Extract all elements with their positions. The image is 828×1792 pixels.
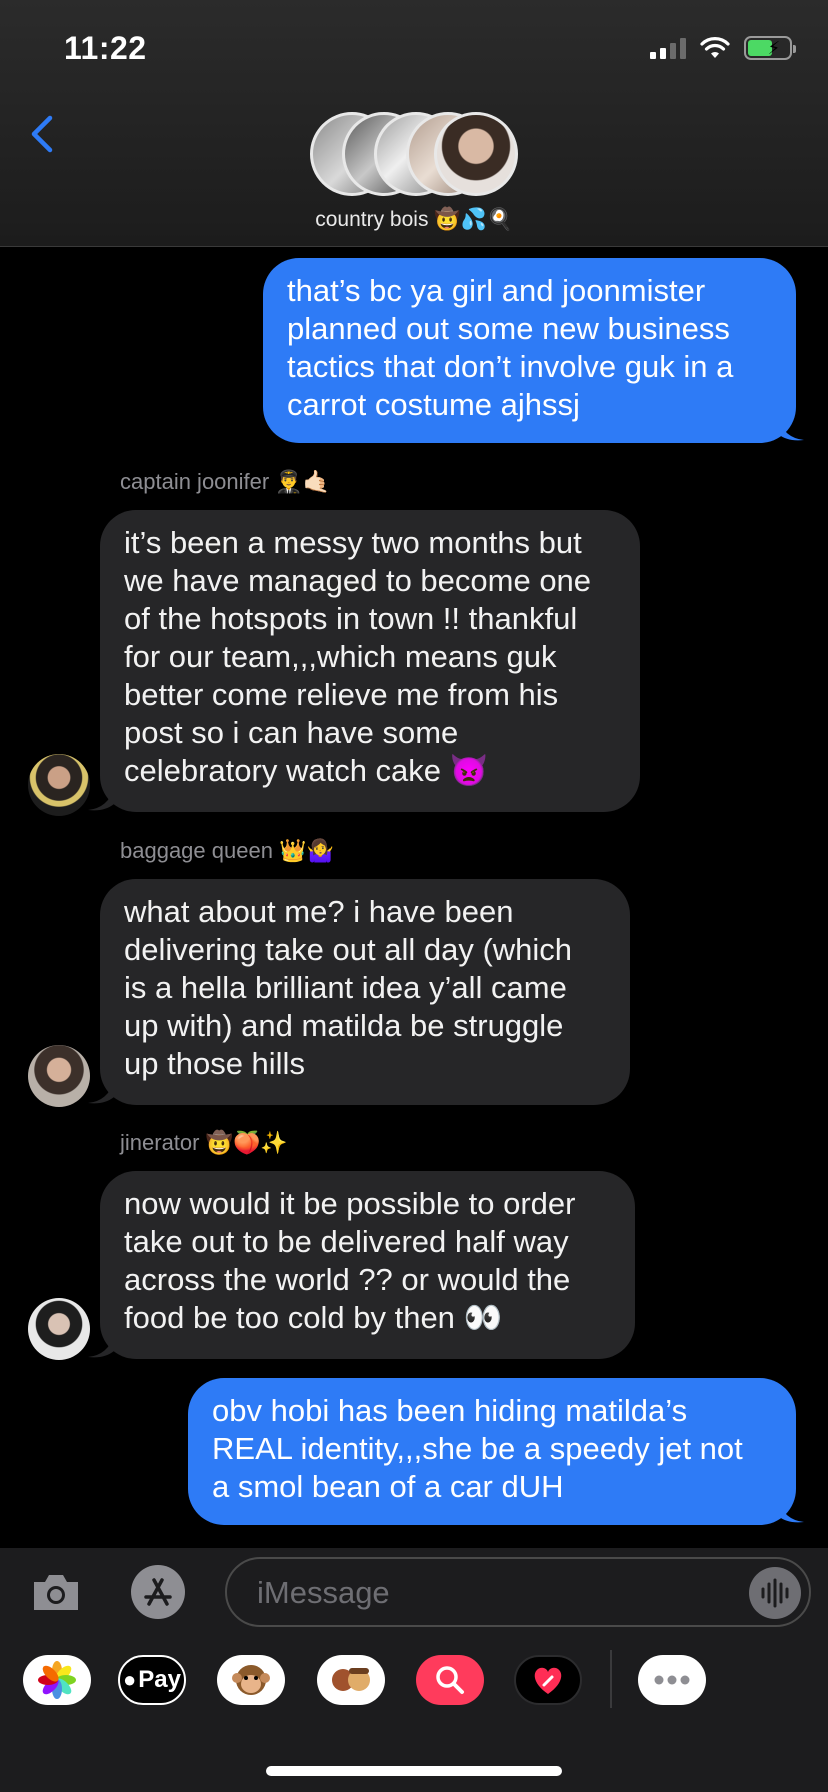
received-message[interactable]: what about me? i have been delivering ta… — [100, 879, 630, 1105]
conversation-header: 11:22 ⚡ country bois 🤠💦🍳 — [0, 0, 828, 247]
bubble-tail — [88, 1335, 114, 1358]
bubble-tail — [778, 1500, 804, 1523]
animoji-icon[interactable] — [217, 1655, 285, 1705]
app-store-icon[interactable] — [126, 1564, 192, 1620]
apple-pay-icon[interactable]: ● Pay — [118, 1655, 186, 1705]
group-name[interactable]: country bois 🤠💦🍳 — [0, 208, 828, 232]
sender-name: captain joonifer 👨‍✈️🤙🏻 — [120, 469, 331, 494]
sender-name: jinerator 🤠🍑✨ — [120, 1130, 288, 1155]
search-images-icon[interactable] — [416, 1655, 484, 1705]
sent-message[interactable]: obv hobi has been hiding matilda’s REAL … — [188, 1378, 796, 1525]
imessage-input[interactable]: iMessage — [225, 1557, 811, 1627]
sent-message[interactable]: that’s bc ya girl and joonmister planned… — [263, 258, 796, 443]
apple-logo-icon: ● — [123, 1667, 137, 1692]
group-avatars[interactable] — [310, 112, 520, 198]
message-text: it’s been a messy two months but we have… — [124, 525, 592, 788]
status-time: 11:22 — [64, 30, 147, 66]
photos-app-icon[interactable] — [23, 1655, 91, 1705]
sender-name: baggage queen 👑🤷‍♀️ — [120, 838, 334, 863]
imessage-screen: 11:22 ⚡ country bois 🤠💦🍳 that’s bc ya gi… — [0, 0, 828, 1792]
bubble-tail — [88, 788, 114, 811]
drawer-divider — [610, 1650, 612, 1708]
audio-message-icon[interactable] — [749, 1567, 801, 1619]
status-icons: ⚡ — [650, 36, 796, 60]
camera-icon[interactable] — [30, 1570, 82, 1614]
message-text: what about me? i have been delivering ta… — [124, 894, 573, 1081]
wifi-icon — [700, 37, 730, 58]
sender-avatar[interactable] — [28, 1045, 90, 1107]
message-text: obv hobi has been hiding matilda’s REAL … — [212, 1393, 743, 1504]
home-indicator[interactable] — [266, 1766, 562, 1776]
back-chevron-icon[interactable] — [26, 112, 60, 156]
received-message[interactable]: it’s been a messy two months but we have… — [100, 510, 640, 812]
cellular-signal-icon — [650, 37, 686, 59]
sender-avatar[interactable] — [28, 754, 90, 816]
message-text: now would it be possible to order take o… — [124, 1186, 576, 1335]
apple-pay-label: Pay — [138, 1666, 181, 1693]
memoji-icon[interactable] — [317, 1655, 385, 1705]
battery-icon: ⚡ — [744, 36, 796, 60]
input-placeholder: iMessage — [257, 1575, 390, 1610]
message-text: that’s bc ya girl and joonmister planned… — [287, 273, 734, 422]
member-avatar — [434, 112, 518, 196]
sender-avatar[interactable] — [28, 1298, 90, 1360]
digital-touch-icon[interactable] — [514, 1655, 582, 1705]
bubble-tail — [88, 1081, 114, 1104]
bubble-tail — [778, 418, 804, 441]
received-message[interactable]: now would it be possible to order take o… — [100, 1171, 635, 1359]
more-apps-icon[interactable] — [638, 1655, 706, 1705]
